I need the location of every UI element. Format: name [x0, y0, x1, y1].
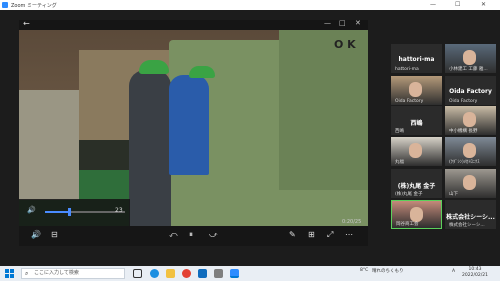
- weather-text[interactable]: 晴れのちくもり: [372, 268, 404, 274]
- annotate-icon[interactable]: ✎: [289, 230, 296, 239]
- window-titlebar: Zoom ミーティング — ☐ ✕: [0, 0, 500, 10]
- video-close-button[interactable]: ✕: [355, 19, 361, 27]
- participant-name-label: 山下: [449, 192, 458, 197]
- volume-slider-fill: [45, 211, 69, 213]
- volume-value: 23: [115, 207, 123, 214]
- participant-face: [409, 143, 422, 158]
- machine-sign: O K: [334, 38, 356, 51]
- video-minimize-button[interactable]: —: [324, 19, 331, 27]
- participant-tile[interactable]: hattori-ma hattori-ma: [391, 44, 442, 73]
- participant-name-label: (ｸﾀﾞｼﾝ)ﾒｶﾄﾛﾆｸｽ: [449, 160, 480, 165]
- video-top-bar: ← — □ ✕: [19, 19, 368, 30]
- zoom-app-icon: [2, 2, 8, 8]
- video-maximize-button[interactable]: □: [339, 19, 346, 27]
- participant-tile[interactable]: 西嶋 西嶋: [391, 106, 442, 135]
- video-scene-worker-right: [169, 75, 209, 175]
- zoom-icon[interactable]: [230, 269, 239, 278]
- participant-tile[interactable]: 株式会社シーシ... 株式会社シーシ...: [445, 200, 496, 229]
- video-scene-lathe: [19, 90, 79, 200]
- video-scene-cap-right: [189, 66, 215, 78]
- participant-name-label: 西嶋: [395, 129, 404, 134]
- participant-tile[interactable]: Oida Factory: [391, 76, 442, 105]
- taskbar-clock[interactable]: 10:43 2022/02/21: [462, 267, 488, 279]
- video-scene-machine-column: [279, 30, 368, 190]
- participant-tile[interactable]: 中小機構 長野: [445, 106, 496, 135]
- participant-tile[interactable]: 丸福: [391, 137, 442, 166]
- participant-display-name: Oida Factory: [449, 88, 492, 95]
- taskbar-search-box[interactable]: ⌕ ここに入力して検索: [21, 268, 125, 279]
- close-button[interactable]: ✕: [481, 0, 486, 10]
- clock-date: 2022/02/21: [462, 273, 488, 278]
- participant-tile[interactable]: (株)丸尾 金子 (株)丸尾 金子: [391, 169, 442, 198]
- taskbar-search-placeholder: ここに入力して検索: [34, 270, 79, 276]
- picture-in-picture-icon[interactable]: ⊞: [308, 230, 315, 239]
- participant-face: [410, 207, 423, 222]
- chrome-icon[interactable]: [182, 269, 191, 278]
- participant-name-label: (株)丸尾 金子: [395, 192, 423, 197]
- explorer-icon[interactable]: [166, 269, 175, 278]
- participant-name-label: Oida Factory: [395, 99, 424, 104]
- volume-slider[interactable]: [45, 208, 125, 216]
- participant-name-label: 小林建工 工藤 雅...: [449, 67, 488, 72]
- windows-taskbar: ⌕ ここに入力して検索 8°C 晴れのちくもり A 10:43 2022/02/…: [0, 266, 500, 281]
- participant-name-label: 中小機構 長野: [449, 129, 478, 134]
- participant-tile[interactable]: 山下: [445, 169, 496, 198]
- participant-display-name: hattori-ma: [398, 56, 435, 63]
- speaker-icon[interactable]: 🔊: [31, 230, 41, 239]
- video-scene-worker-left: [129, 70, 171, 244]
- participant-name-label: 丸福: [395, 160, 404, 165]
- participant-face: [409, 82, 422, 97]
- back-arrow-icon[interactable]: ←: [23, 19, 30, 28]
- ime-indicator[interactable]: A: [452, 269, 455, 274]
- participant-tile[interactable]: 岡谷商工会: [391, 200, 442, 229]
- pause-icon[interactable]: ⏸: [189, 230, 193, 240]
- edge-icon[interactable]: [150, 269, 159, 278]
- participant-name-label: 岡谷商工会: [396, 222, 419, 227]
- search-icon: ⌕: [25, 270, 29, 277]
- participant-name-label: 株式会社シーシ...: [449, 223, 485, 228]
- rewind-icon[interactable]: ⤺: [169, 230, 178, 240]
- participant-face: [463, 143, 476, 158]
- playback-time: 0:20/25: [342, 219, 362, 225]
- fullscreen-icon[interactable]: ⤢: [327, 230, 333, 240]
- volume-icon: 🔊: [27, 206, 36, 214]
- participant-face: [463, 175, 476, 190]
- forward-icon[interactable]: ⤻: [209, 230, 218, 240]
- video-scene-cap-left: [139, 60, 169, 74]
- task-view-icon[interactable]: [133, 269, 142, 278]
- participant-display-name: 西嶋: [410, 120, 423, 127]
- participant-name-label: hattori-ma: [395, 67, 419, 72]
- participant-name-label: Oida Factory: [449, 99, 478, 104]
- participant-display-name: 株式会社シーシ...: [446, 214, 495, 221]
- more-options-icon[interactable]: ⋯: [345, 230, 353, 239]
- volume-slider-handle[interactable]: [68, 208, 71, 216]
- weather-temp[interactable]: 8°C: [360, 268, 368, 273]
- window-title: Zoom ミーティング: [11, 2, 57, 9]
- participant-face: [463, 112, 476, 127]
- participant-display-name: (株)丸尾 金子: [397, 183, 436, 190]
- captions-icon[interactable]: ⊟: [51, 230, 58, 239]
- mail-icon[interactable]: [198, 269, 207, 278]
- video-control-bar: 🔊 ⊟ ⤺ ⏸ ⤻ ✎ ⊞ ⤢ ⋯: [19, 226, 368, 246]
- store-icon[interactable]: [214, 269, 223, 278]
- participant-tile[interactable]: Oida Factory Oida Factory: [445, 76, 496, 105]
- participant-face: [463, 50, 476, 65]
- maximize-button[interactable]: ☐: [455, 0, 460, 10]
- windows-start-icon[interactable]: [5, 269, 14, 278]
- participant-tile[interactable]: 小林建工 工藤 雅...: [445, 44, 496, 73]
- minimize-button[interactable]: —: [430, 0, 436, 10]
- participant-tile[interactable]: (ｸﾀﾞｼﾝ)ﾒｶﾄﾛﾆｸｽ: [445, 137, 496, 166]
- volume-popup: 🔊 23: [19, 199, 130, 226]
